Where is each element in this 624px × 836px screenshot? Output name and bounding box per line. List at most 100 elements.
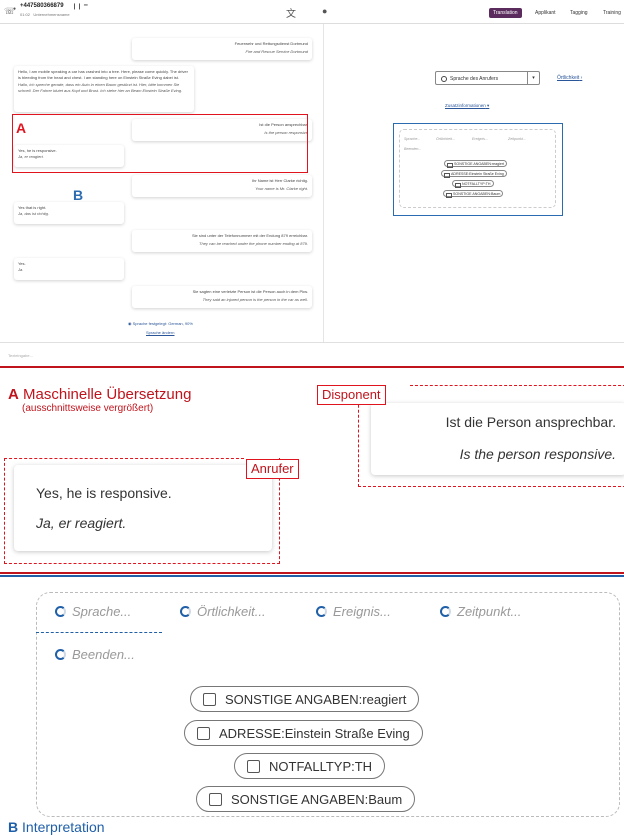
- spinner-icon: [440, 606, 451, 617]
- dispatcher-outline-top: [410, 385, 624, 386]
- detected-language: ◉ Sprache festgelegt: German, 90%: [128, 321, 193, 326]
- message-text: Ihr Name ist Herr Clarke richtig.: [251, 178, 308, 183]
- avatar: ●: [13, 6, 17, 12]
- caller-translation: Ja, er reagiert.: [36, 515, 127, 531]
- tag-chip-label: SONSTIGE ANGABEN:Baum: [231, 792, 403, 807]
- tag-chip-label: ADRESSE:Einstein Straße Eving: [219, 726, 410, 741]
- radio-icon: [441, 76, 447, 82]
- caller-number: +447580366879: [20, 3, 64, 9]
- spinner-icon: [55, 606, 66, 617]
- tag-chip-label: NOTFALLTYP:TH: [269, 759, 373, 774]
- microphone-icon[interactable]: ●: [322, 6, 327, 16]
- spinner-icon: [180, 606, 191, 617]
- tag-chip-label: SONSTIGE ANGABEN:reagiert: [225, 692, 407, 707]
- zoom-a-subtitle: (ausschnittsweise vergrößert): [22, 403, 154, 414]
- message-caller: Yes. Ja.: [14, 258, 124, 280]
- label-a: A: [16, 120, 27, 136]
- chat-pane[interactable]: Feuerwehr und Rettungsdienst Dortmund Fi…: [0, 24, 324, 342]
- step-language: Sprache...: [404, 137, 421, 141]
- text-input-bar[interactable]: Texteingabe...: [0, 342, 624, 364]
- caller-outline-top: [4, 458, 244, 459]
- highlight-box-a: [12, 114, 308, 173]
- checkbox-icon[interactable]: [197, 727, 210, 740]
- active-step-underline: [36, 632, 162, 633]
- message-caller: Hello, I am mobile speaking a car has cr…: [14, 66, 194, 112]
- zoom-b-letter: B: [8, 819, 19, 835]
- step-language: Sprache...: [55, 604, 131, 619]
- dispatcher-bubble: Ist die Person ansprechbar. Is the perso…: [371, 403, 624, 475]
- message-dispatcher: Sie sagten eine verletzte Person ist die…: [132, 286, 312, 308]
- message-caller: Yes that is right. Ja, das ist richtig.: [14, 202, 124, 224]
- detected-language-text: Sprache festgelegt: German, 90%: [132, 321, 193, 326]
- location-link[interactable]: Örtlichkeit ›: [557, 75, 582, 81]
- tag-chip[interactable]: ADRESSE:Einstein Straße Eving: [441, 170, 507, 178]
- message-translation: Hallo, ich spreche gerade, dass ein Auto…: [18, 82, 183, 93]
- step-location-label: Örtlichkeit...: [197, 604, 266, 619]
- step-event: Ereignis...: [472, 137, 488, 141]
- message-translation: Ja, das ist richtig.: [18, 210, 49, 216]
- step-language-label: Sprache...: [72, 604, 132, 619]
- tag-chip[interactable]: ADRESSE:Einstein Straße Eving: [184, 720, 423, 746]
- tag-chip[interactable]: SONSTIGE ANGABEN:Baum: [443, 190, 504, 198]
- dispatcher-translation: Is the person responsive.: [459, 446, 616, 462]
- step-time: Zeitpunkt...: [440, 604, 521, 619]
- additional-info-label: Zusatzinformationen: [445, 103, 486, 108]
- right-pane: Sprache des Anrufers ▾ Örtlichkeit › Zus…: [325, 24, 624, 342]
- message-dispatcher: Feuerwehr und Rettungsdienst Dortmund Fi…: [132, 38, 312, 60]
- zoom-a-title: A Maschinelle Übersetzung: [8, 386, 191, 403]
- tab-translation[interactable]: Translation: [489, 8, 522, 18]
- tag-chip[interactable]: SONSTIGE ANGABEN:reagiert: [444, 160, 508, 168]
- globe-icon: ◉: [128, 321, 132, 326]
- message-text: Sie sagten eine verletzte Person ist die…: [192, 289, 308, 294]
- location-link-label: Örtlichkeit: [557, 75, 580, 81]
- message-dispatcher: Sie sind unter der Telefonnummer mit der…: [132, 230, 312, 252]
- step-location: Örtlichkeit...: [180, 604, 266, 619]
- zoom-b-title: B Interpretation: [8, 819, 105, 835]
- step-time: Zeitpunkt...: [508, 137, 526, 141]
- label-b: B: [73, 187, 84, 203]
- chevron-down-icon[interactable]: ▾: [527, 72, 539, 84]
- zoom-a-title-text: Maschinelle Übersetzung: [23, 386, 192, 403]
- message-translation: Ja.: [18, 266, 24, 272]
- zoom-a-letter: A: [8, 386, 19, 403]
- spinner-icon: [316, 606, 327, 617]
- checkbox-icon[interactable]: [209, 793, 222, 806]
- call-duration: 01:02: [20, 12, 31, 17]
- pause-icon[interactable]: ❙❙: [72, 3, 82, 10]
- tag-chip[interactable]: NOTFALLTYP:TH: [452, 180, 494, 188]
- checkbox-icon[interactable]: [203, 693, 216, 706]
- top-bar: ☏ ● +447580366879 ❙❙ ━ 01:02 Unternehmen…: [0, 0, 624, 24]
- message-dispatcher: Ihr Name ist Herr Clarke richtig. Your n…: [132, 175, 312, 197]
- translate-icon[interactable]: 文: [286, 5, 296, 20]
- tag-chip[interactable]: NOTFALLTYP:TH: [234, 753, 386, 779]
- message-text: Feuerwehr und Rettungsdienst Dortmund: [234, 41, 308, 46]
- caller-status: 01:02 Unternehmensname: [20, 12, 70, 17]
- interpretation-panel-mini: Sprache... Örtlichkeit... Ereignis... Ze…: [393, 123, 563, 216]
- message-translation: They can be reached under the phone numb…: [199, 240, 308, 246]
- dispatcher-text: Ist die Person ansprechbar.: [445, 414, 616, 430]
- spinner-icon: [55, 649, 66, 660]
- change-language-link[interactable]: Sprache ändern: [146, 330, 174, 335]
- hangup-icon[interactable]: ━: [84, 2, 88, 9]
- organization-name: Unternehmensname: [33, 12, 70, 17]
- step-event-label: Ereignis...: [333, 604, 391, 619]
- caller-bubble: Yes, he is responsive. Ja, er reagiert.: [14, 465, 272, 551]
- additional-info-link[interactable]: Zusatzinformationen ▾: [445, 103, 489, 109]
- tab-tagging[interactable]: Tagging: [566, 8, 592, 18]
- interpretation-frame: Sprache... Örtlichkeit... Ereignis... Ze…: [399, 129, 556, 208]
- message-translation: Fire and Rescue Service Dortmund: [245, 48, 308, 54]
- tab-training[interactable]: Training: [599, 8, 624, 18]
- step-time-label: Zeitpunkt...: [457, 604, 522, 619]
- checkbox-icon[interactable]: [247, 760, 260, 773]
- caller-language-label: Sprache des Anrufers: [450, 76, 499, 82]
- message-text: Hello, I am mobile speaking a car has cr…: [18, 69, 188, 80]
- tab-applikant[interactable]: Applikant: [531, 8, 560, 18]
- step-finish: Beenden...: [55, 647, 135, 662]
- tag-chip[interactable]: SONSTIGE ANGABEN:reagiert: [190, 686, 420, 712]
- caller-language-select[interactable]: Sprache des Anrufers ▾: [435, 71, 540, 85]
- message-translation: They said an injured person is the perso…: [202, 296, 308, 302]
- tag-chip[interactable]: SONSTIGE ANGABEN:Baum: [196, 786, 416, 812]
- text-input[interactable]: Texteingabe...: [8, 353, 33, 358]
- dispatcher-tag: Disponent: [317, 385, 386, 406]
- zoom-b-title-text: Interpretation: [22, 819, 105, 835]
